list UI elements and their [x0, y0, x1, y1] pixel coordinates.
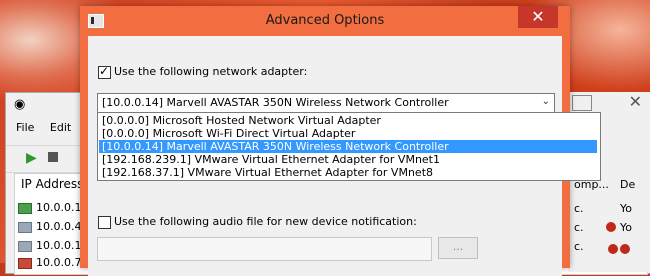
browse-button[interactable]: ...	[438, 237, 478, 259]
table-cell: Yo	[620, 221, 632, 234]
dialog-title: Advanced Options	[265, 13, 385, 28]
audio-notification-checkbox[interactable]	[98, 216, 111, 229]
table-row[interactable]: 10.0.0.4	[18, 220, 81, 233]
ip-value: 10.0.0.1	[36, 201, 82, 214]
stop-icon[interactable]	[48, 152, 58, 162]
adapter-option[interactable]: [192.168.37.1] VMware Virtual Ethernet A…	[99, 166, 597, 179]
network-adapter-dropdown-list: [0.0.0.0] Microsoft Hosted Network Virtu…	[97, 112, 601, 181]
warning-icon	[606, 222, 616, 232]
background-close-icon[interactable]: ✕	[629, 92, 642, 111]
network-device-icon	[18, 202, 32, 214]
table-cell: c.	[574, 240, 584, 253]
network-device-icon	[18, 221, 32, 233]
chevron-down-icon[interactable]: ⌄	[542, 96, 550, 107]
table-cell: Yo	[620, 202, 632, 215]
table-row[interactable]: 10.0.0.1	[18, 201, 81, 214]
column-header-device[interactable]: De	[620, 178, 635, 191]
play-icon[interactable]: ▶	[26, 150, 37, 166]
network-adapter-checkbox[interactable]	[98, 64, 111, 79]
network-adapter-select[interactable]: [10.0.0.14] Marvell AVASTAR 350N Wireles…	[97, 93, 555, 113]
menu-file[interactable]: File	[16, 121, 34, 134]
table-cell: c.	[574, 221, 584, 234]
audio-file-path-field[interactable]	[97, 237, 432, 261]
adapter-option[interactable]: [0.0.0.0] Microsoft Wi-Fi Direct Virtual…	[99, 127, 597, 140]
selected-adapter-value: [10.0.0.14] Marvell AVASTAR 350N Wireles…	[102, 96, 449, 109]
app-eye-icon: ◉	[14, 97, 26, 112]
network-adapter-checkbox-label[interactable]: Use the following network adapter:	[114, 65, 307, 78]
audio-notification-checkbox-label[interactable]: Use the following audio file for new dev…	[114, 215, 417, 228]
warning-icon	[620, 244, 630, 254]
network-device-icon	[18, 257, 32, 269]
table-cell: c.	[574, 202, 584, 215]
adapter-option-selected[interactable]: [10.0.0.14] Marvell AVASTAR 350N Wireles…	[99, 140, 597, 153]
close-button[interactable]: ✕	[518, 6, 558, 28]
warning-icon	[608, 244, 618, 254]
adapter-option[interactable]: [192.168.239.1] VMware Virtual Ethernet …	[99, 153, 597, 166]
table-row[interactable]: 10.0.0.14	[18, 239, 88, 252]
network-device-icon	[18, 240, 32, 252]
column-header-ip[interactable]: IP Address	[21, 177, 83, 191]
background-app-menubar: File Edit	[16, 121, 83, 134]
menu-edit[interactable]: Edit	[50, 121, 71, 134]
adapter-option[interactable]: [0.0.0.0] Microsoft Hosted Network Virtu…	[99, 114, 597, 127]
ip-value: 10.0.0.4	[36, 220, 82, 233]
maximize-icon[interactable]	[572, 95, 592, 111]
